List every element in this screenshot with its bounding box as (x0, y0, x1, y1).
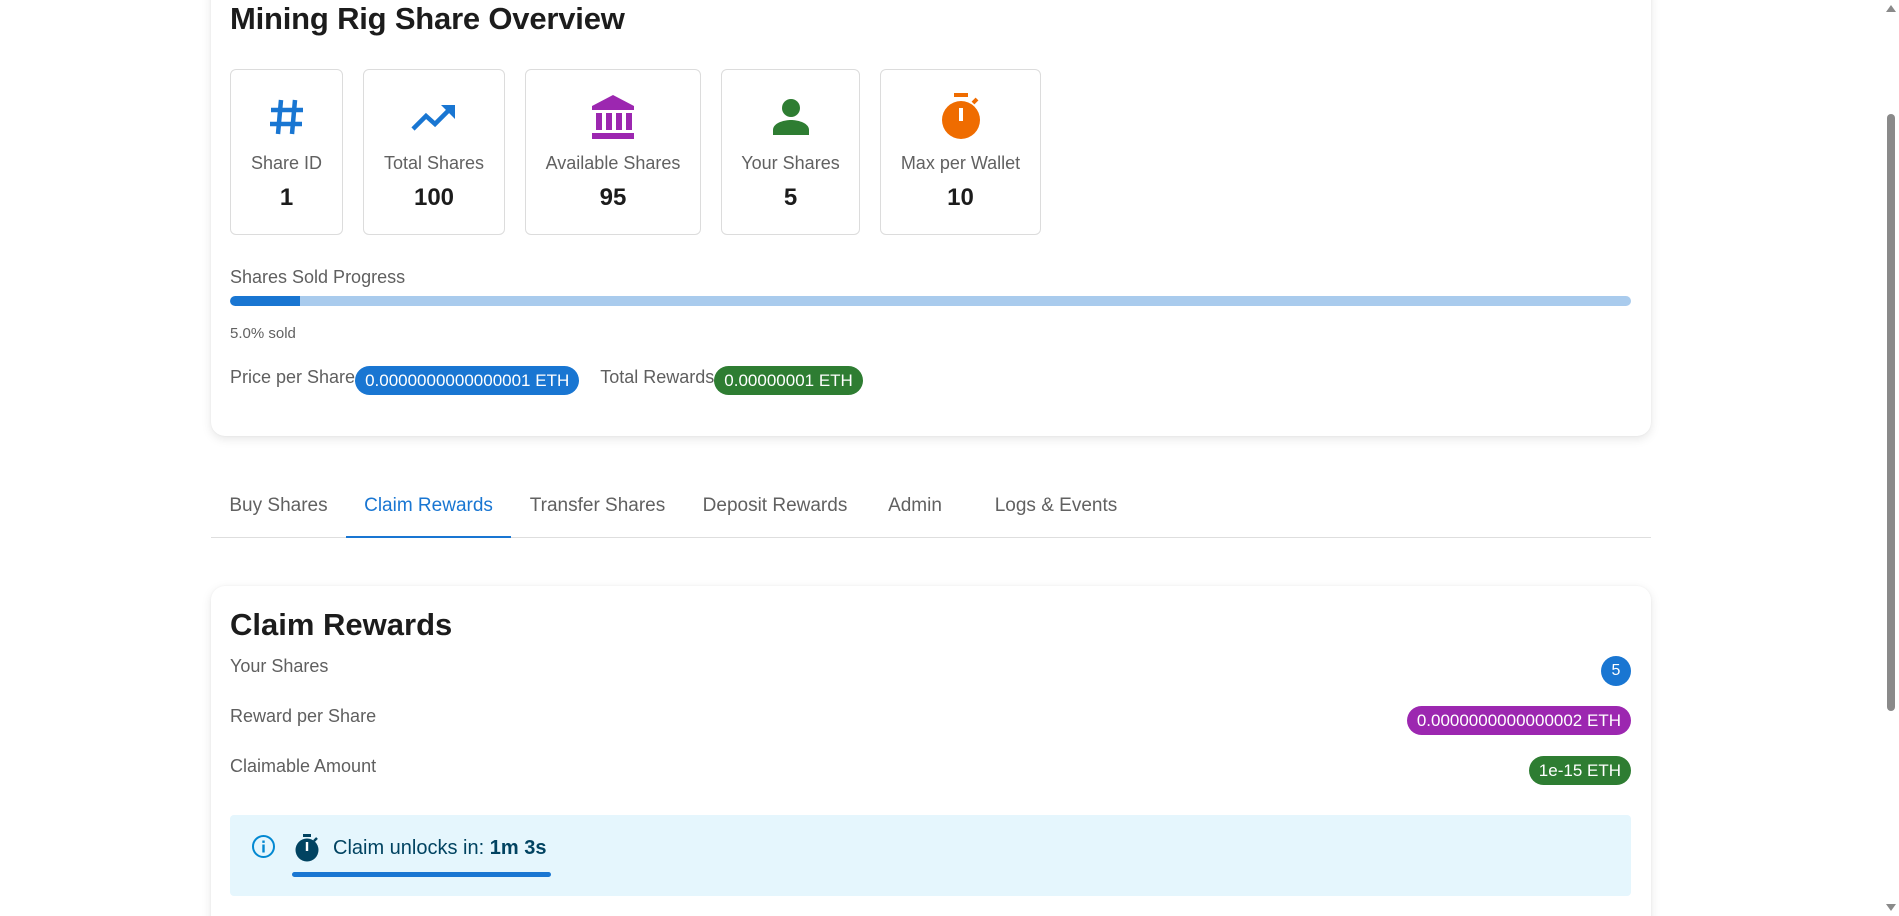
stat-value: 5 (783, 184, 798, 211)
stat-value: 10 (947, 184, 974, 211)
stat-label: Share ID (250, 153, 323, 173)
progress-fill (230, 296, 301, 306)
stat-available-shares: Available Shares 95 (525, 69, 701, 235)
stat-value: 100 (413, 184, 455, 211)
reward-per-share-label: Reward per Share (230, 706, 377, 726)
tab-buy-shares[interactable]: Buy Shares (211, 484, 346, 537)
timer-icon (294, 834, 320, 867)
claimable-amount-row: Claimable Amount 1e-15 ETH (230, 756, 1631, 786)
tab-deposit-rewards[interactable]: Deposit Rewards (684, 484, 866, 537)
tab-admin[interactable]: Admin (866, 484, 964, 537)
progress-bar (230, 296, 1631, 306)
page: Mining Rig Share Overview Share ID 1 Tot… (0, 0, 1899, 916)
overview-card: Mining Rig Share Overview Share ID 1 Tot… (211, 0, 1651, 436)
progress-text: 5.0% sold (230, 325, 296, 342)
unlock-label: Claim unlocks in: (333, 837, 485, 859)
bank-icon (590, 94, 636, 140)
your-shares-row: Your Shares 5 (230, 656, 1631, 686)
stats-row: Share ID 1 Total Shares 100 Available Sh… (230, 69, 1041, 235)
reward-per-share-row: Reward per Share 0.0000000000000002 ETH (230, 706, 1631, 736)
scroll-up-arrow-icon[interactable] (1886, 5, 1896, 12)
rewards-chip: 0.00000001 ETH (714, 366, 863, 395)
vertical-scrollbar[interactable] (1883, 0, 1899, 916)
price-chip: 0.0000000000000001 ETH (355, 366, 580, 395)
unlock-countdown: 1m 3s (489, 837, 547, 859)
your-shares-label: Your Shares (230, 656, 329, 676)
stat-your-shares: Your Shares 5 (721, 69, 860, 235)
your-shares-badge: 5 (1601, 656, 1631, 686)
stat-max-per-wallet: Max per Wallet 10 (880, 69, 1041, 235)
stat-label: Max per Wallet (900, 153, 1021, 173)
price-row: Price per Share 0.0000000000000001 ETH T… (230, 366, 863, 395)
unlock-text: Claim unlocks in: 1m 3s (333, 837, 546, 860)
unlock-progress-bar (292, 872, 551, 877)
stat-label: Total Shares (383, 153, 485, 173)
claim-rewards-card: Claim Rewards Your Shares 5 Reward per S… (211, 586, 1651, 916)
timer-icon (940, 93, 982, 140)
tab-logs-events[interactable]: Logs & Events (964, 484, 1148, 537)
stat-label: Available Shares (545, 153, 681, 173)
rewards-label: Total Rewards (600, 367, 715, 387)
claim-title: Claim Rewards (230, 607, 453, 642)
scroll-down-arrow-icon[interactable] (1886, 904, 1896, 911)
info-icon (251, 834, 276, 864)
stat-value: 1 (279, 184, 294, 211)
stat-total-shares: Total Shares 100 (363, 69, 505, 235)
tab-claim-rewards[interactable]: Claim Rewards (346, 484, 511, 538)
reward-per-share-chip: 0.0000000000000002 ETH (1406, 706, 1631, 735)
progress-label: Shares Sold Progress (230, 267, 406, 287)
trending-up-icon (411, 94, 457, 140)
claimable-amount-label: Claimable Amount (230, 756, 377, 776)
price-label: Price per Share (230, 367, 356, 387)
stat-label: Your Shares (741, 153, 840, 173)
tab-bar: Buy Shares Claim Rewards Transfer Shares… (211, 484, 1651, 538)
claimable-amount-chip: 1e-15 ETH (1528, 756, 1631, 785)
hash-icon (269, 94, 305, 140)
stat-share-id: Share ID 1 (230, 69, 343, 235)
tab-transfer-shares[interactable]: Transfer Shares (511, 484, 684, 537)
scroll-thumb[interactable] (1887, 114, 1895, 711)
overview-title: Mining Rig Share Overview (230, 1, 625, 36)
claim-unlock-alert: Claim unlocks in: 1m 3s (230, 815, 1631, 896)
person-icon (772, 94, 810, 140)
stat-value: 95 (599, 184, 627, 211)
